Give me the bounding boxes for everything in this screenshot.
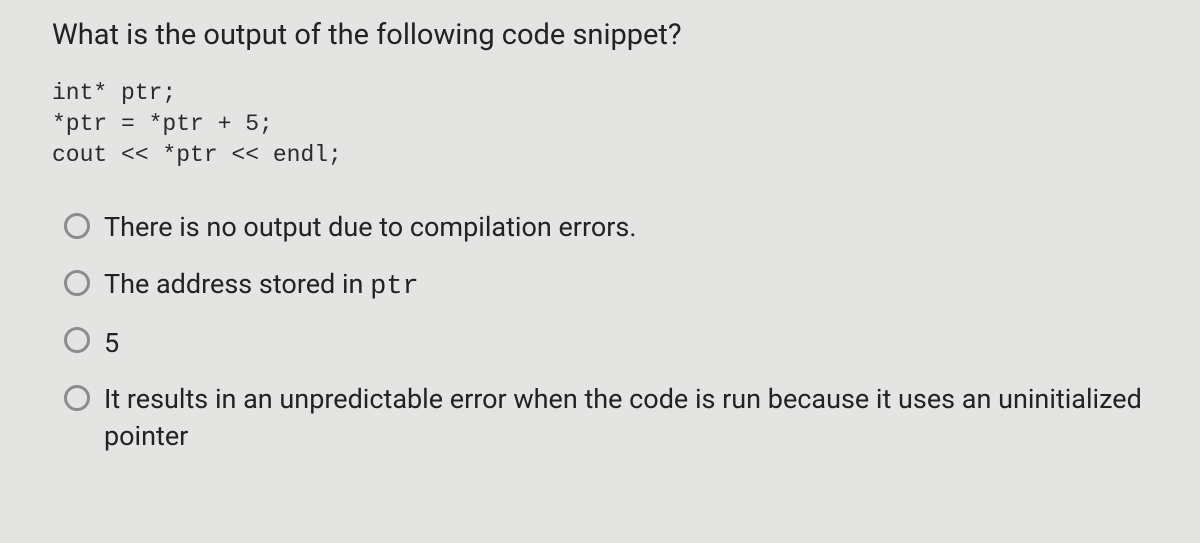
code-line-2: *ptr = *ptr + 5; bbox=[52, 111, 273, 137]
option-a[interactable]: There is no output due to compilation er… bbox=[64, 209, 1148, 245]
option-b[interactable]: The address stored in ptr bbox=[64, 266, 1148, 305]
option-d-text: It results in an unpredictable error whe… bbox=[104, 381, 1148, 454]
radio-icon[interactable] bbox=[64, 213, 90, 239]
option-a-text: There is no output due to compilation er… bbox=[104, 209, 636, 245]
option-b-text: The address stored in ptr bbox=[104, 266, 419, 305]
option-b-mono: ptr bbox=[370, 272, 419, 302]
code-line-1: int* ptr; bbox=[52, 80, 176, 106]
option-d[interactable]: It results in an unpredictable error whe… bbox=[64, 381, 1148, 454]
radio-icon[interactable] bbox=[64, 270, 90, 296]
option-b-prefix: The address stored in bbox=[104, 268, 370, 300]
radio-icon[interactable] bbox=[64, 327, 90, 353]
option-c[interactable]: 5 bbox=[64, 325, 1148, 361]
code-line-3: cout << *ptr << endl; bbox=[52, 142, 342, 168]
code-snippet: int* ptr; *ptr = *ptr + 5; cout << *ptr … bbox=[52, 78, 1148, 171]
quiz-question-card: What is the output of the following code… bbox=[0, 0, 1200, 454]
radio-icon[interactable] bbox=[64, 385, 90, 411]
option-c-text: 5 bbox=[104, 325, 119, 361]
question-prompt: What is the output of the following code… bbox=[52, 18, 1148, 52]
answer-options: There is no output due to compilation er… bbox=[52, 209, 1148, 454]
